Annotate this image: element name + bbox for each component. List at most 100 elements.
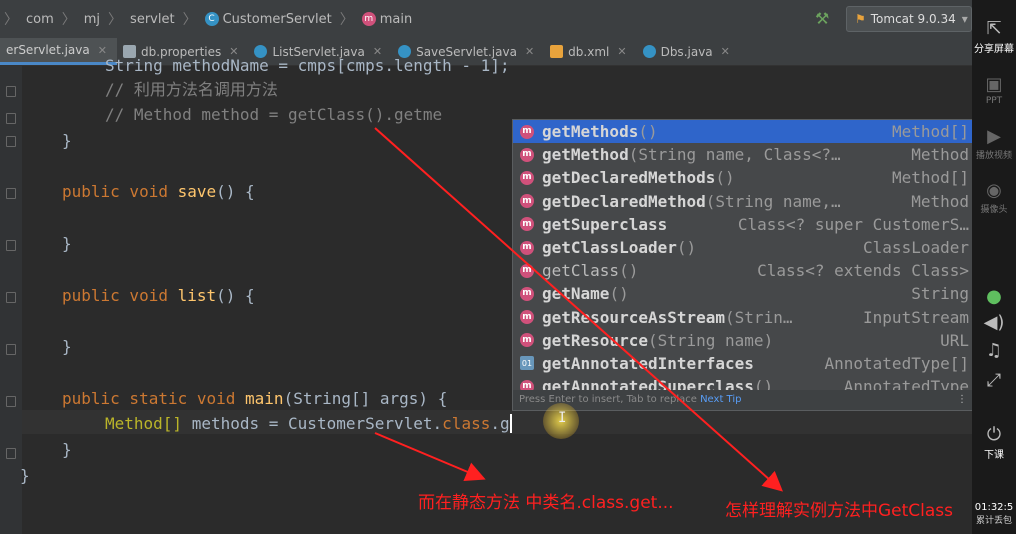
completion-params: () (676, 238, 697, 258)
completion-params: (String name, Class<?… (628, 145, 841, 165)
completion-params: (String name) (647, 330, 774, 350)
breadcrumb-item-com[interactable]: com (22, 12, 58, 27)
music-icon: ♫ (985, 340, 1003, 361)
completion-name: getSuperclass (542, 214, 668, 234)
session-timer: 01:32:5 累计丢包 (972, 502, 1016, 526)
completion-item[interactable]: m getName() String (513, 282, 973, 305)
tab-label: Dbs.java (660, 44, 713, 59)
completion-name: getClassLoader (542, 238, 677, 258)
completion-name: getClass (542, 261, 620, 281)
breadcrumb-item-mj[interactable]: mj (80, 12, 104, 27)
code-fragment: String methodName = cmps[cmps.length - 1… (105, 56, 510, 75)
chevron-right-icon: 〉 (61, 12, 76, 28)
chevron-down-icon: ▾ (961, 12, 968, 26)
more-options-icon[interactable]: ⋮ (957, 390, 967, 410)
completion-item[interactable]: m getClassLoader() ClassLoader (513, 236, 973, 259)
method-icon: m (520, 310, 534, 325)
completion-item[interactable]: m getDeclaredMethod (String name,… Method (513, 190, 973, 213)
music-button[interactable]: ♫ (972, 340, 1016, 362)
method-icon: 01 (520, 356, 534, 371)
microphone-button[interactable]: ● (972, 286, 1016, 308)
build-hammer-icon[interactable]: ⚒ (815, 9, 829, 28)
volume-button[interactable]: ◀) (972, 312, 1016, 334)
tab-dbs[interactable]: Dbs.java ✕ (637, 38, 740, 65)
video-icon: ▶ (987, 126, 1001, 147)
chevron-right-icon: 〉 (339, 12, 354, 28)
breadcrumb-item-servlet[interactable]: servlet (126, 12, 179, 27)
completion-item[interactable]: m getSuperclass Class<? super CustomerS… (513, 213, 973, 236)
tab-label: erServlet.java (6, 43, 90, 57)
breadcrumb-item-class[interactable]: C CustomerServlet (201, 12, 336, 27)
video-label: 播放视频 (975, 151, 1012, 161)
breadcrumb-label: servlet (130, 11, 175, 27)
fold-icon[interactable] (6, 344, 16, 355)
completion-type: Class<? extends Class> (757, 261, 969, 281)
completion-item[interactable]: m getMethods() Method[] (513, 120, 973, 144)
close-icon[interactable]: ✕ (525, 45, 534, 58)
code-line: public static void main(String[] args) { (62, 387, 447, 411)
run-config-dropdown[interactable]: ⚑ Tomcat 9.0.34 ▾ (846, 6, 972, 32)
close-icon[interactable]: ✕ (617, 45, 626, 58)
function-name: list (177, 286, 217, 305)
class-icon: C (204, 12, 219, 26)
share-screen-button[interactable]: ⇱ 分享屏幕 (972, 18, 1016, 55)
breadcrumb-label: CustomerServlet (222, 11, 332, 27)
camera-button[interactable]: ◉ 摄像头 (972, 180, 1016, 215)
completion-name: getResourceAsStream (542, 307, 726, 327)
function-name: main (245, 389, 284, 408)
completion-params: () (715, 168, 735, 188)
code-comment: // Method method = getClass().getme (105, 105, 443, 124)
breadcrumb-label: mj (83, 11, 101, 27)
completion-params: () (609, 284, 629, 304)
method-icon: m (520, 124, 534, 139)
annotation-static-method: 而在静态方法 中类名.class.get... (418, 493, 674, 513)
completion-type: Method (911, 191, 969, 211)
completion-item[interactable]: m getResourceAsStream (Strin… InputStream (513, 306, 973, 329)
completion-type: String (911, 284, 969, 304)
code-line: } (62, 440, 72, 459)
xml-file-icon (550, 45, 564, 58)
ppt-button[interactable]: ▣ PPT (972, 74, 1016, 106)
class-icon (642, 45, 656, 58)
completion-name: getMethods (542, 122, 639, 142)
play-video-button[interactable]: ▶ 播放视频 (972, 126, 1016, 161)
completion-type: Class<? super CustomerS… (737, 214, 969, 234)
code-line: String methodName = cmps[cmps.length - 1… (105, 54, 510, 78)
code-text: String methodName = cmps[cmps.length - 1… (0, 56, 512, 485)
breadcrumb-label: com (26, 11, 54, 27)
code-line-current: Method[] methods = CustomerServlet.class… (105, 412, 512, 436)
end-class-button[interactable]: ⏻ 下课 (972, 424, 1016, 461)
fold-icon[interactable] (6, 448, 16, 459)
next-tip-link[interactable]: Next Tip (700, 394, 741, 405)
method-icon: m (520, 240, 534, 255)
text-cursor-icon: I (558, 410, 567, 426)
close-icon[interactable]: ✕ (721, 45, 730, 58)
completion-name: getMethod (542, 145, 629, 165)
tab-customerservlet[interactable]: erServlet.java ✕ (0, 38, 117, 65)
end-class-label: 下课 (984, 450, 1004, 461)
method-icon: m (520, 263, 534, 278)
code-fragment: (String[] args) { (283, 389, 448, 408)
keyword: public void (62, 182, 178, 201)
completion-params: () (619, 261, 639, 281)
completion-item[interactable]: m getMethod (String name, Class<?… Method (513, 143, 973, 166)
completion-item[interactable]: m getResource (String name) URL (513, 329, 973, 352)
fold-icon[interactable] (6, 396, 16, 407)
tab-db-xml[interactable]: db.xml ✕ (544, 38, 636, 65)
camera-icon: ◉ (986, 180, 1002, 201)
keyword: public void (62, 286, 178, 305)
tomcat-icon: ⚑ (855, 12, 866, 26)
completion-params: (String name,… (705, 191, 841, 211)
completion-item[interactable]: 01 getAnnotatedInterfaces AnnotatedType[] (513, 352, 973, 375)
method-icon: m (520, 170, 534, 185)
fullscreen-button[interactable]: ⤢ (972, 370, 1016, 392)
code-line: } (20, 466, 30, 485)
completion-name: getAnnotatedInterfaces (542, 353, 754, 373)
share-label: 分享屏幕 (974, 44, 1014, 55)
completion-type: AnnotatedType[] (824, 353, 970, 373)
completion-item[interactable]: m getDeclaredMethods() Method[] (513, 166, 973, 189)
keyword: public static void (62, 389, 246, 408)
completion-item[interactable]: m getClass() Class<? extends Class> (513, 259, 973, 282)
code-fragment: () { (216, 286, 255, 305)
breadcrumb-item-method[interactable]: m main (358, 12, 416, 27)
